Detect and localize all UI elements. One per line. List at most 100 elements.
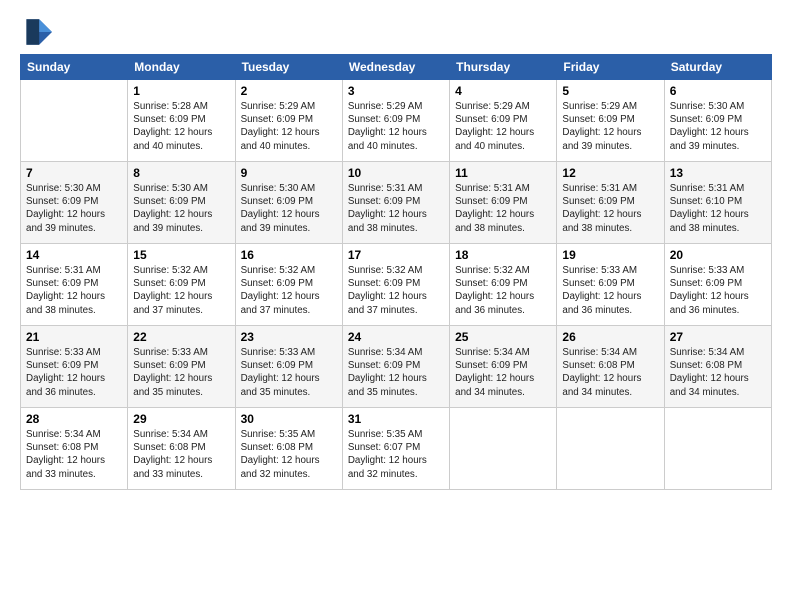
calendar-table: SundayMondayTuesdayWednesdayThursdayFrid…: [20, 54, 772, 490]
cell-info: Sunrise: 5:34 AM Sunset: 6:08 PM Dayligh…: [562, 346, 658, 399]
cell-date-number: 11: [455, 166, 551, 180]
cell-info: Sunrise: 5:30 AM Sunset: 6:09 PM Dayligh…: [241, 182, 337, 235]
cell-date-number: 29: [133, 412, 229, 426]
cell-date-number: 6: [670, 84, 766, 98]
weekday-tuesday: Tuesday: [235, 55, 342, 80]
cell-date-number: 31: [348, 412, 444, 426]
cell-info: Sunrise: 5:32 AM Sunset: 6:09 PM Dayligh…: [133, 264, 229, 317]
calendar-cell: [21, 80, 128, 162]
calendar-cell: 28 Sunrise: 5:34 AM Sunset: 6:08 PM Dayli…: [21, 408, 128, 490]
calendar-cell: 13 Sunrise: 5:31 AM Sunset: 6:10 PM Dayli…: [664, 162, 771, 244]
calendar-cell: 27Sunrise: 5:34 AM Sunset: 6:08 PM Dayli…: [664, 326, 771, 408]
cell-info: Sunrise: 5:34 AM Sunset: 6:08 PM Dayligh…: [26, 428, 122, 481]
weekday-saturday: Saturday: [664, 55, 771, 80]
week-row-5: 28 Sunrise: 5:34 AM Sunset: 6:08 PM Dayli…: [21, 408, 772, 490]
cell-date-number: 18: [455, 248, 551, 262]
cell-info: Sunrise: 5:32 AM Sunset: 6:09 PM Dayligh…: [348, 264, 444, 317]
week-row-3: 14 Sunrise: 5:31 AM Sunset: 6:09 PM Dayli…: [21, 244, 772, 326]
calendar-cell: 10Sunrise: 5:31 AM Sunset: 6:09 PM Dayli…: [342, 162, 449, 244]
calendar-cell: 7 Sunrise: 5:30 AM Sunset: 6:09 PM Daylig…: [21, 162, 128, 244]
cell-date-number: 22: [133, 330, 229, 344]
cell-date-number: 19: [562, 248, 658, 262]
cell-date-number: 13: [670, 166, 766, 180]
calendar-cell: 25Sunrise: 5:34 AM Sunset: 6:09 PM Dayli…: [450, 326, 557, 408]
cell-date-number: 9: [241, 166, 337, 180]
cell-date-number: 26: [562, 330, 658, 344]
cell-info: Sunrise: 5:34 AM Sunset: 6:08 PM Dayligh…: [670, 346, 766, 399]
calendar-cell: 26 Sunrise: 5:34 AM Sunset: 6:08 PM Dayli…: [557, 326, 664, 408]
weekday-friday: Friday: [557, 55, 664, 80]
cell-info: Sunrise: 5:35 AM Sunset: 6:07 PM Dayligh…: [348, 428, 444, 481]
logo: [20, 16, 56, 48]
cell-info: Sunrise: 5:33 AM Sunset: 6:09 PM Dayligh…: [670, 264, 766, 317]
cell-info: Sunrise: 5:35 AM Sunset: 6:08 PM Dayligh…: [241, 428, 337, 481]
cell-info: Sunrise: 5:30 AM Sunset: 6:09 PM Dayligh…: [26, 182, 122, 235]
calendar-cell: 12Sunrise: 5:31 AM Sunset: 6:09 PM Dayli…: [557, 162, 664, 244]
cell-date-number: 17: [348, 248, 444, 262]
cell-date-number: 8: [133, 166, 229, 180]
cell-date-number: 14: [26, 248, 122, 262]
calendar-cell: [450, 408, 557, 490]
cell-date-number: 12: [562, 166, 658, 180]
calendar-cell: 3 Sunrise: 5:29 AM Sunset: 6:09 PM Daylig…: [342, 80, 449, 162]
cell-date-number: 23: [241, 330, 337, 344]
calendar-cell: 19 Sunrise: 5:33 AM Sunset: 6:09 PM Dayli…: [557, 244, 664, 326]
calendar-cell: 14 Sunrise: 5:31 AM Sunset: 6:09 PM Dayli…: [21, 244, 128, 326]
calendar-cell: 20 Sunrise: 5:33 AM Sunset: 6:09 PM Dayli…: [664, 244, 771, 326]
calendar-cell: 9 Sunrise: 5:30 AM Sunset: 6:09 PM Daylig…: [235, 162, 342, 244]
calendar-cell: [664, 408, 771, 490]
cell-info: Sunrise: 5:34 AM Sunset: 6:08 PM Dayligh…: [133, 428, 229, 481]
calendar-cell: 21 Sunrise: 5:33 AM Sunset: 6:09 PM Dayli…: [21, 326, 128, 408]
weekday-sunday: Sunday: [21, 55, 128, 80]
cell-info: Sunrise: 5:33 AM Sunset: 6:09 PM Dayligh…: [26, 346, 122, 399]
calendar-cell: 24 Sunrise: 5:34 AM Sunset: 6:09 PM Dayli…: [342, 326, 449, 408]
cell-info: Sunrise: 5:34 AM Sunset: 6:09 PM Dayligh…: [455, 346, 551, 399]
calendar-cell: 11 Sunrise: 5:31 AM Sunset: 6:09 PM Dayli…: [450, 162, 557, 244]
weekday-thursday: Thursday: [450, 55, 557, 80]
header: [20, 16, 772, 48]
weekday-header-row: SundayMondayTuesdayWednesdayThursdayFrid…: [21, 55, 772, 80]
cell-date-number: 21: [26, 330, 122, 344]
cell-date-number: 5: [562, 84, 658, 98]
cell-date-number: 16: [241, 248, 337, 262]
calendar-cell: 1Sunrise: 5:28 AM Sunset: 6:09 PM Daylig…: [128, 80, 235, 162]
calendar-cell: 15 Sunrise: 5:32 AM Sunset: 6:09 PM Dayli…: [128, 244, 235, 326]
calendar-cell: 22Sunrise: 5:33 AM Sunset: 6:09 PM Dayli…: [128, 326, 235, 408]
week-row-4: 21 Sunrise: 5:33 AM Sunset: 6:09 PM Dayli…: [21, 326, 772, 408]
cell-info: Sunrise: 5:30 AM Sunset: 6:09 PM Dayligh…: [133, 182, 229, 235]
cell-date-number: 3: [348, 84, 444, 98]
cell-date-number: 1: [133, 84, 229, 98]
calendar-cell: 18 Sunrise: 5:32 AM Sunset: 6:09 PM Dayli…: [450, 244, 557, 326]
cell-info: Sunrise: 5:34 AM Sunset: 6:09 PM Dayligh…: [348, 346, 444, 399]
cell-info: Sunrise: 5:31 AM Sunset: 6:09 PM Dayligh…: [455, 182, 551, 235]
cell-info: Sunrise: 5:31 AM Sunset: 6:10 PM Dayligh…: [670, 182, 766, 235]
cell-info: Sunrise: 5:29 AM Sunset: 6:09 PM Dayligh…: [241, 100, 337, 153]
cell-info: Sunrise: 5:29 AM Sunset: 6:09 PM Dayligh…: [348, 100, 444, 153]
cell-info: Sunrise: 5:30 AM Sunset: 6:09 PM Dayligh…: [670, 100, 766, 153]
cell-info: Sunrise: 5:33 AM Sunset: 6:09 PM Dayligh…: [562, 264, 658, 317]
week-row-2: 7 Sunrise: 5:30 AM Sunset: 6:09 PM Daylig…: [21, 162, 772, 244]
cell-info: Sunrise: 5:32 AM Sunset: 6:09 PM Dayligh…: [455, 264, 551, 317]
calendar-cell: 4Sunrise: 5:29 AM Sunset: 6:09 PM Daylig…: [450, 80, 557, 162]
cell-date-number: 15: [133, 248, 229, 262]
cell-date-number: 7: [26, 166, 122, 180]
calendar-cell: 17 Sunrise: 5:32 AM Sunset: 6:09 PM Dayli…: [342, 244, 449, 326]
calendar-cell: 16 Sunrise: 5:32 AM Sunset: 6:09 PM Dayli…: [235, 244, 342, 326]
cell-date-number: 30: [241, 412, 337, 426]
cell-info: Sunrise: 5:31 AM Sunset: 6:09 PM Dayligh…: [26, 264, 122, 317]
cell-info: Sunrise: 5:32 AM Sunset: 6:09 PM Dayligh…: [241, 264, 337, 317]
cell-info: Sunrise: 5:31 AM Sunset: 6:09 PM Dayligh…: [348, 182, 444, 235]
calendar-cell: 8 Sunrise: 5:30 AM Sunset: 6:09 PM Daylig…: [128, 162, 235, 244]
cell-date-number: 24: [348, 330, 444, 344]
cell-info: Sunrise: 5:29 AM Sunset: 6:09 PM Dayligh…: [562, 100, 658, 153]
page: SundayMondayTuesdayWednesdayThursdayFrid…: [0, 0, 792, 500]
weekday-wednesday: Wednesday: [342, 55, 449, 80]
calendar-cell: 30 Sunrise: 5:35 AM Sunset: 6:08 PM Dayli…: [235, 408, 342, 490]
calendar-cell: 2Sunrise: 5:29 AM Sunset: 6:09 PM Daylig…: [235, 80, 342, 162]
logo-icon: [20, 16, 52, 48]
cell-date-number: 28: [26, 412, 122, 426]
calendar-cell: 6 Sunrise: 5:30 AM Sunset: 6:09 PM Daylig…: [664, 80, 771, 162]
cell-date-number: 20: [670, 248, 766, 262]
weekday-monday: Monday: [128, 55, 235, 80]
cell-date-number: 4: [455, 84, 551, 98]
